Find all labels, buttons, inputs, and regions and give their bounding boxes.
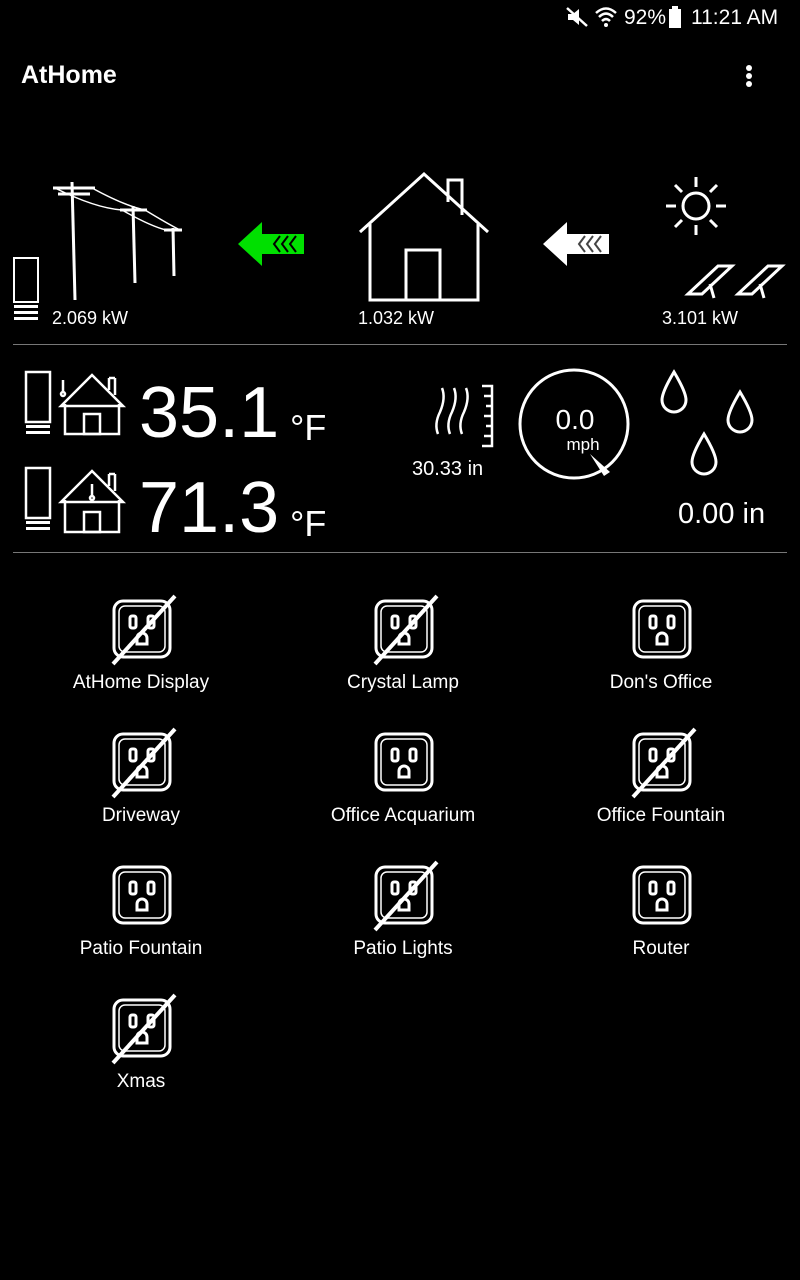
outlet-tile[interactable]: Patio Lights	[283, 854, 523, 974]
rainfall-value: 0.00 in	[678, 498, 766, 530]
outlet-tile[interactable]: Office Acquarium	[283, 721, 523, 841]
outlet-off-icon	[111, 993, 177, 1065]
rain-drops-icon	[660, 369, 754, 476]
outlet-off-icon	[373, 594, 439, 666]
power-grid-icon	[53, 181, 182, 301]
outlet-off-icon	[111, 727, 177, 799]
outlet-tile[interactable]: AtHome Display	[21, 588, 261, 708]
outlet-off-icon	[111, 594, 177, 666]
battery-percent: 92%	[624, 6, 667, 29]
outlet-name: Patio Fountain	[79, 938, 203, 959]
outdoor-temp-unit: °F	[290, 407, 327, 448]
wind-speed-unit: mph	[566, 435, 600, 454]
wind-speed-value: 0.0	[555, 404, 595, 435]
solar-panel-icon	[684, 264, 786, 299]
outlet-off-icon	[631, 727, 697, 799]
clock: 11:21 AM	[691, 6, 779, 29]
outlet-name: Office Acquarium	[330, 805, 476, 826]
outlet-off-icon	[373, 860, 439, 932]
pressure-value: 30.33 in	[412, 458, 484, 480]
outlet-on-icon	[632, 599, 692, 659]
outlet-tile[interactable]: Patio Fountain	[21, 854, 261, 974]
outlet-name: Patio Lights	[353, 938, 453, 959]
indoor-temperature: 71.3	[139, 468, 280, 548]
indoor-temp-unit: °F	[290, 503, 327, 544]
home-power-value: 1.032 kW	[358, 308, 435, 328]
mute-icon	[566, 7, 588, 27]
outlet-on-icon	[632, 865, 692, 925]
status-bar: 92% 11:21 AM	[0, 0, 800, 34]
more-vert-icon[interactable]	[735, 62, 763, 92]
divider	[13, 552, 787, 553]
outlet-on-icon	[374, 732, 434, 792]
house-icon	[358, 171, 490, 302]
grid-level-gauge	[13, 257, 39, 320]
outlet-name: Crystal Lamp	[347, 672, 459, 693]
battery-icon	[669, 6, 681, 28]
outlet-tile[interactable]: Crystal Lamp	[283, 588, 523, 708]
outdoor-temperature: 35.1	[139, 373, 280, 453]
outlet-tile[interactable]: Office Fountain	[541, 721, 781, 841]
outlet-tile[interactable]: Don's Office	[541, 588, 781, 708]
wifi-icon	[595, 7, 617, 27]
outlet-name: Xmas	[116, 1071, 166, 1092]
outlet-name: Router	[632, 938, 690, 959]
solar-flow-arrow-icon	[543, 222, 609, 266]
outlet-name: Driveway	[101, 805, 181, 826]
outlet-name: Don's Office	[609, 672, 713, 693]
outlet-tile[interactable]: Driveway	[21, 721, 261, 841]
outlet-on-icon	[112, 865, 172, 925]
outdoor-thermometer-house-icon	[24, 370, 127, 436]
indoor-thermometer-house-icon	[24, 466, 127, 534]
outlet-tile[interactable]: Xmas	[21, 987, 261, 1107]
app-title: AtHome	[21, 61, 117, 89]
outlet-tile[interactable]: Router	[541, 854, 781, 974]
outlet-name: AtHome Display	[72, 672, 210, 693]
solar-power-value: 3.101 kW	[662, 308, 739, 328]
grid-power-value: 2.069 kW	[52, 308, 129, 328]
divider	[13, 344, 787, 345]
grid-flow-arrow-icon	[238, 222, 304, 266]
outlet-name: Office Fountain	[596, 805, 726, 826]
barometer-icon	[435, 384, 494, 448]
sun-icon	[666, 177, 726, 235]
